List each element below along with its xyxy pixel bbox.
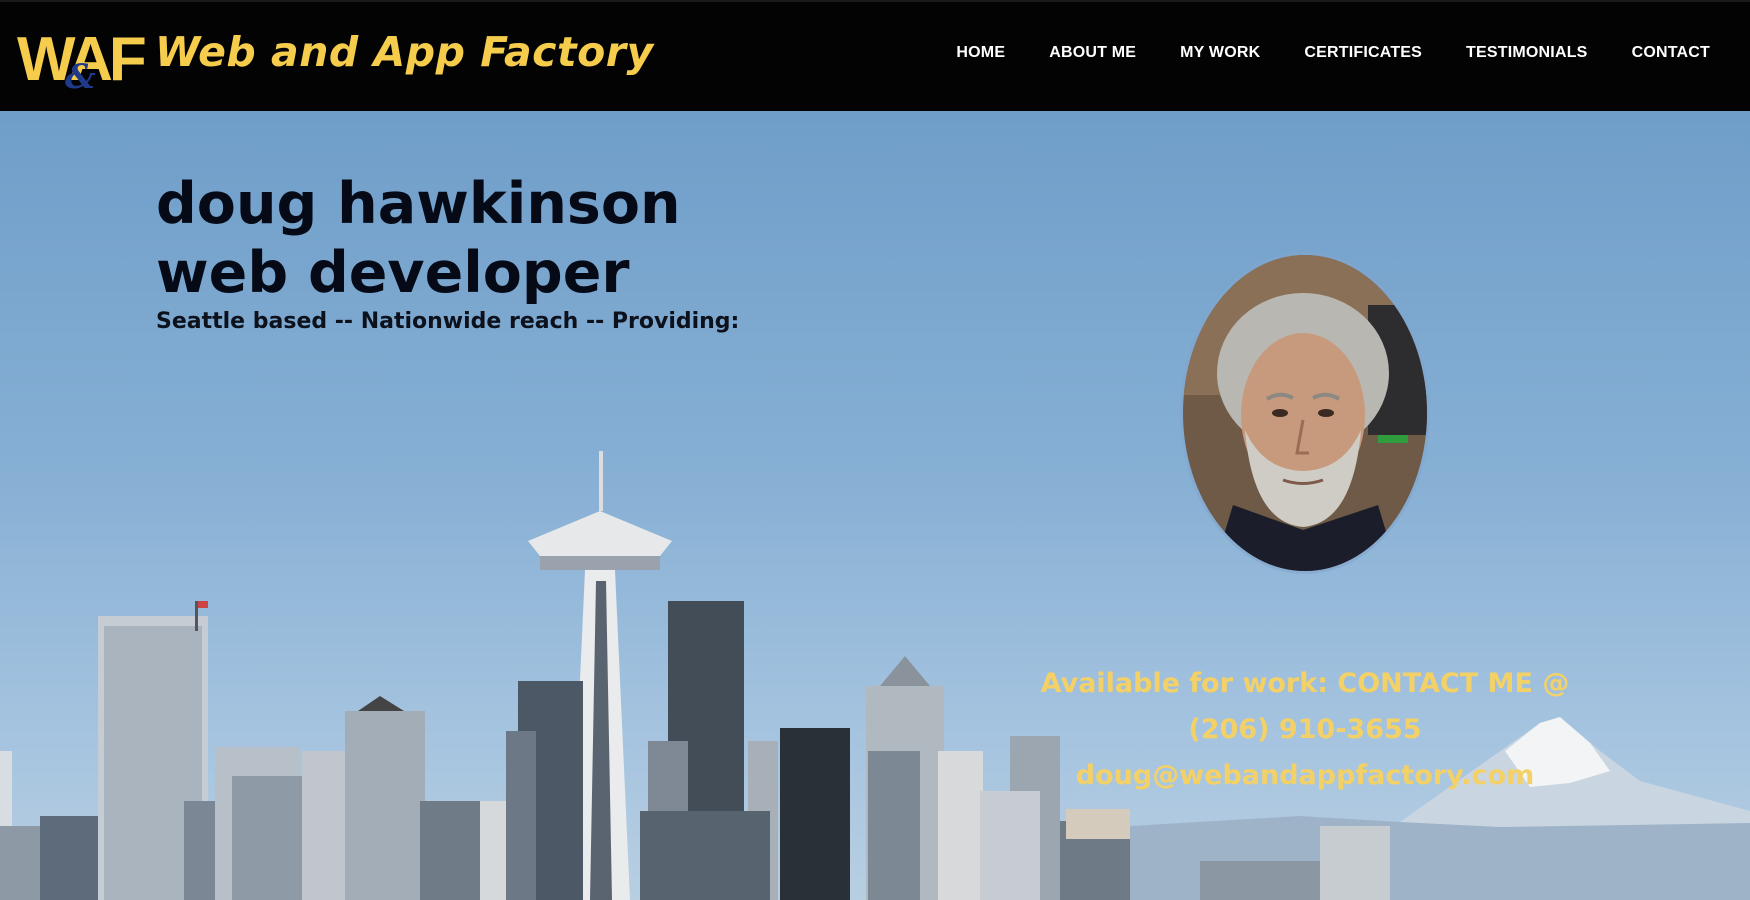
nav-my-work[interactable]: MY WORK <box>1180 44 1260 62</box>
nav-contact[interactable]: CONTACT <box>1632 44 1710 62</box>
nav-home[interactable]: HOME <box>956 44 1005 62</box>
logo-ampersand: & <box>65 57 96 90</box>
contact-email[interactable]: doug@webandappfactory.com <box>1005 753 1605 799</box>
nav-about-me[interactable]: ABOUT ME <box>1049 44 1136 62</box>
waf-logo-icon[interactable]: WAF & <box>17 26 145 90</box>
hero-section: doug hawkinson web developer Seattle bas… <box>0 111 1750 900</box>
profile-photo <box>1183 255 1427 571</box>
page: WAF & Web and App Factory HOME ABOUT ME … <box>0 0 1750 900</box>
contact-phone[interactable]: (206) 910-3655 <box>1005 707 1605 753</box>
site-header: WAF & Web and App Factory HOME ABOUT ME … <box>0 0 1750 111</box>
hero-tagline: Seattle based -- Nationwide reach -- Pro… <box>156 309 740 334</box>
main-nav: HOME ABOUT ME MY WORK CERTIFICATES TESTI… <box>912 44 1710 62</box>
contact-info: Available for work: CONTACT ME @ (206) 9… <box>1005 661 1605 799</box>
brand-name[interactable]: Web and App Factory <box>155 28 654 76</box>
hero-heading: doug hawkinson web developer <box>156 170 681 308</box>
contact-cta[interactable]: Available for work: CONTACT ME @ <box>1005 661 1605 707</box>
nav-certificates[interactable]: CERTIFICATES <box>1304 44 1422 62</box>
hero-name: doug hawkinson <box>156 171 681 237</box>
hero-role: web developer <box>156 240 630 306</box>
nav-testimonials[interactable]: TESTIMONIALS <box>1466 44 1588 62</box>
